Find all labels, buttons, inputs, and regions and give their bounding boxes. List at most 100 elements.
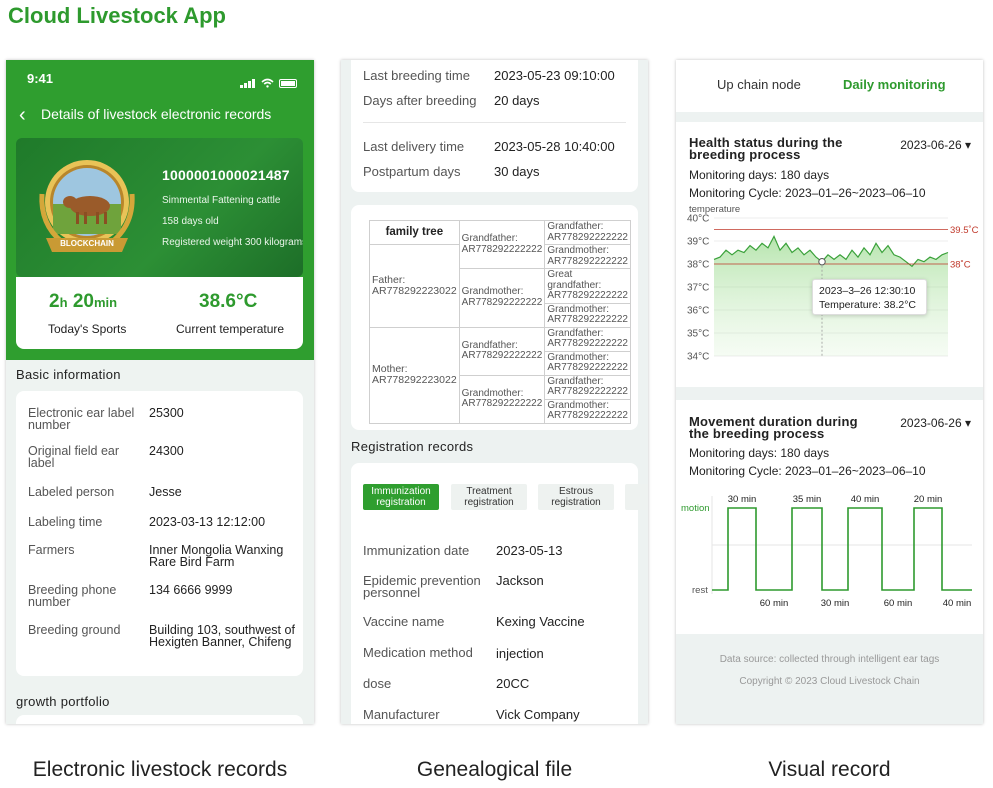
y-label-rest: rest (692, 585, 708, 596)
current-temperature: 38.6°C (199, 291, 258, 312)
y-label-motion: motion (681, 503, 710, 514)
info-label: Breeding phone number (28, 583, 117, 609)
caption-records: Electronic livestock records (32, 758, 288, 781)
health-chart-title: Health status during the breeding proces… (689, 135, 843, 162)
registration-label: Immunization date (363, 543, 470, 558)
rest-duration-label: 30 min (821, 598, 850, 609)
ancestor-cell: Grandmother: AR778292222222 (544, 398, 631, 424)
growth-portfolio-card (16, 715, 303, 724)
family-tree-table: family tree Grandfather: AR778292222222 … (369, 220, 631, 424)
tab-up-chain-node[interactable]: Up chain node (717, 77, 801, 92)
basic-info-card: Electronic ear label number 25300 Origin… (16, 391, 303, 676)
phone-screen-visual: Up chain node Daily monitoring Health st… (676, 60, 983, 724)
info-label: Farmers (28, 543, 75, 557)
growth-portfolio-title: growth portfolio (16, 694, 110, 709)
ancestor-cell: Grandfather: AR778292222222 (544, 374, 631, 400)
y-tick-label: 35°C (687, 329, 709, 340)
family-tree-title: family tree (369, 220, 460, 245)
info-label: Original field ear label (28, 444, 120, 470)
info-value: 134 6666 9999 (149, 583, 233, 597)
info-value: Building 103, southwest of Hexigten Bann… (149, 623, 295, 649)
movement-monitoring-days: Monitoring days: 180 days (689, 446, 830, 460)
tab-treatment[interactable]: Treatment registration (451, 484, 527, 510)
tab-overflow[interactable] (625, 484, 648, 510)
info-value: 2023-03-13 12:12:00 (149, 515, 266, 529)
registration-label: dose (363, 676, 392, 691)
movement-date: 2023-06-26 (900, 416, 962, 430)
y-tick-label: 37°C (687, 283, 709, 294)
ancestor-cell: Great grandfather: AR778292222222 (544, 268, 631, 304)
ancestor-cell: Grandmother: AR778292222222 (544, 302, 631, 328)
registration-label: Epidemic prevention personnel (363, 573, 481, 600)
y-tick-label: 36°C (687, 306, 709, 317)
ancestor-cell: Grandfather: AR778292222222 (544, 326, 631, 352)
tab-immunization[interactable]: Immunization registration (363, 484, 439, 510)
breeding-label: Last breeding time (363, 68, 470, 83)
nav-title: Details of livestock electronic records (41, 106, 272, 122)
y-tick-label: 39°C (687, 237, 709, 248)
health-date: 2023-06-26 (900, 138, 962, 152)
info-label: Breeding ground (28, 623, 121, 637)
movement-monitoring-cycle: Monitoring Cycle: 2023–01–26~2023–06–10 (689, 464, 926, 478)
y-tick-label: 38°C (687, 260, 709, 271)
caret-down-icon: ▾ (964, 416, 971, 430)
status-time: 9:41 (27, 71, 54, 86)
health-monitoring-cycle: Monitoring Cycle: 2023–01–26~2023–06–10 (689, 186, 926, 200)
grandfather-cell: Grandfather: AR778292222222 (458, 220, 546, 269)
tab-daily-monitoring[interactable]: Daily monitoring (843, 77, 946, 92)
delivery-value: 30 days (494, 164, 540, 179)
threshold-label: 39.5˚C (950, 225, 979, 236)
registration-label: Manufacturer (363, 707, 440, 722)
registration-value: Kexing Vaccine (496, 614, 585, 629)
copyright-note: Copyright © 2023 Cloud Livestock Chain (739, 676, 920, 687)
caret-down-icon: ▾ (964, 138, 971, 152)
movement-chart: motion rest 30 min 60 min 35 min 30 min 40 min… (681, 494, 972, 609)
mother-cell: Mother: AR778292223022 (369, 326, 460, 424)
stats-card: 2h 20min Today's Sports 38.6°C Current t… (16, 277, 303, 349)
blockchain-badge: BLOCKCHAIN (60, 239, 114, 248)
info-value: 24300 (149, 444, 184, 458)
registration-label: Medication method (363, 645, 473, 660)
health-date-select[interactable]: 2023-06-26 ▾ (900, 138, 971, 152)
tab-estrous[interactable]: Estrous registration (538, 484, 614, 510)
phone-screen-records: 9:41 ‹ Details of livestock electronic r… (6, 60, 314, 724)
registration-value: 20CC (496, 676, 530, 691)
motion-duration-label: 40 min (851, 494, 880, 505)
battery-icon (279, 79, 297, 88)
cattle-id: 1000001000021487 (162, 167, 290, 183)
info-value: Inner Mongolia Wanxing Rare Bird Farm (149, 543, 284, 569)
basic-info-title: Basic information (16, 367, 121, 382)
delivery-label: Last delivery time (363, 139, 465, 154)
back-arrow-icon[interactable]: ‹ (19, 104, 26, 127)
tooltip-temperature: Temperature: 38.2°C (819, 299, 916, 311)
breeding-value: 20 days (494, 93, 540, 108)
ancestor-cell: Grandmother: AR778292222222 (544, 350, 631, 376)
ancestor-cell: Grandmother: AR778292222222 (544, 244, 631, 269)
monitoring-tabs: Up chain node Daily monitoring (676, 60, 983, 112)
motion-duration-label: 35 min (793, 494, 822, 505)
health-chart-card: Health status during the breeding proces… (676, 122, 983, 387)
breeding-value: 2023-05-23 09:10:00 (494, 68, 615, 83)
caption-visual: Visual record (768, 758, 891, 781)
wifi-icon (261, 78, 274, 88)
grandmother-cell: Grandmother: AR778292222222 (458, 268, 546, 328)
breeding-label: Days after breeding (363, 93, 477, 108)
rest-duration-label: 60 min (884, 598, 913, 609)
info-value: 25300 (149, 406, 184, 420)
motion-duration-label: 30 min (728, 494, 757, 505)
sports-label: Today's Sports (48, 322, 127, 336)
registration-value: injection (496, 646, 544, 661)
movement-date-select[interactable]: 2023-06-26 ▾ (900, 416, 971, 430)
movement-chart-title: Movement duration during the breeding pr… (689, 414, 858, 441)
cattle-breed: Simmental Fattening cattle (162, 195, 281, 206)
y-tick-label: 40°C (687, 214, 709, 225)
grandfather-cell: Grandfather: AR778292222222 (458, 326, 546, 376)
data-source-note: Data source: collected through intellige… (719, 654, 940, 665)
registration-title: Registration records (351, 439, 474, 454)
livestock-card: BLOCKCHAIN 1000001000021487 Simmental Fa… (16, 138, 303, 277)
app-title: Cloud Livestock App (8, 3, 226, 28)
movement-chart-card: Movement duration during the breeding pr… (676, 400, 983, 634)
threshold-label: 38˚C (950, 260, 971, 271)
info-label: Labeled person (28, 485, 115, 499)
info-label: Labeling time (28, 515, 103, 529)
